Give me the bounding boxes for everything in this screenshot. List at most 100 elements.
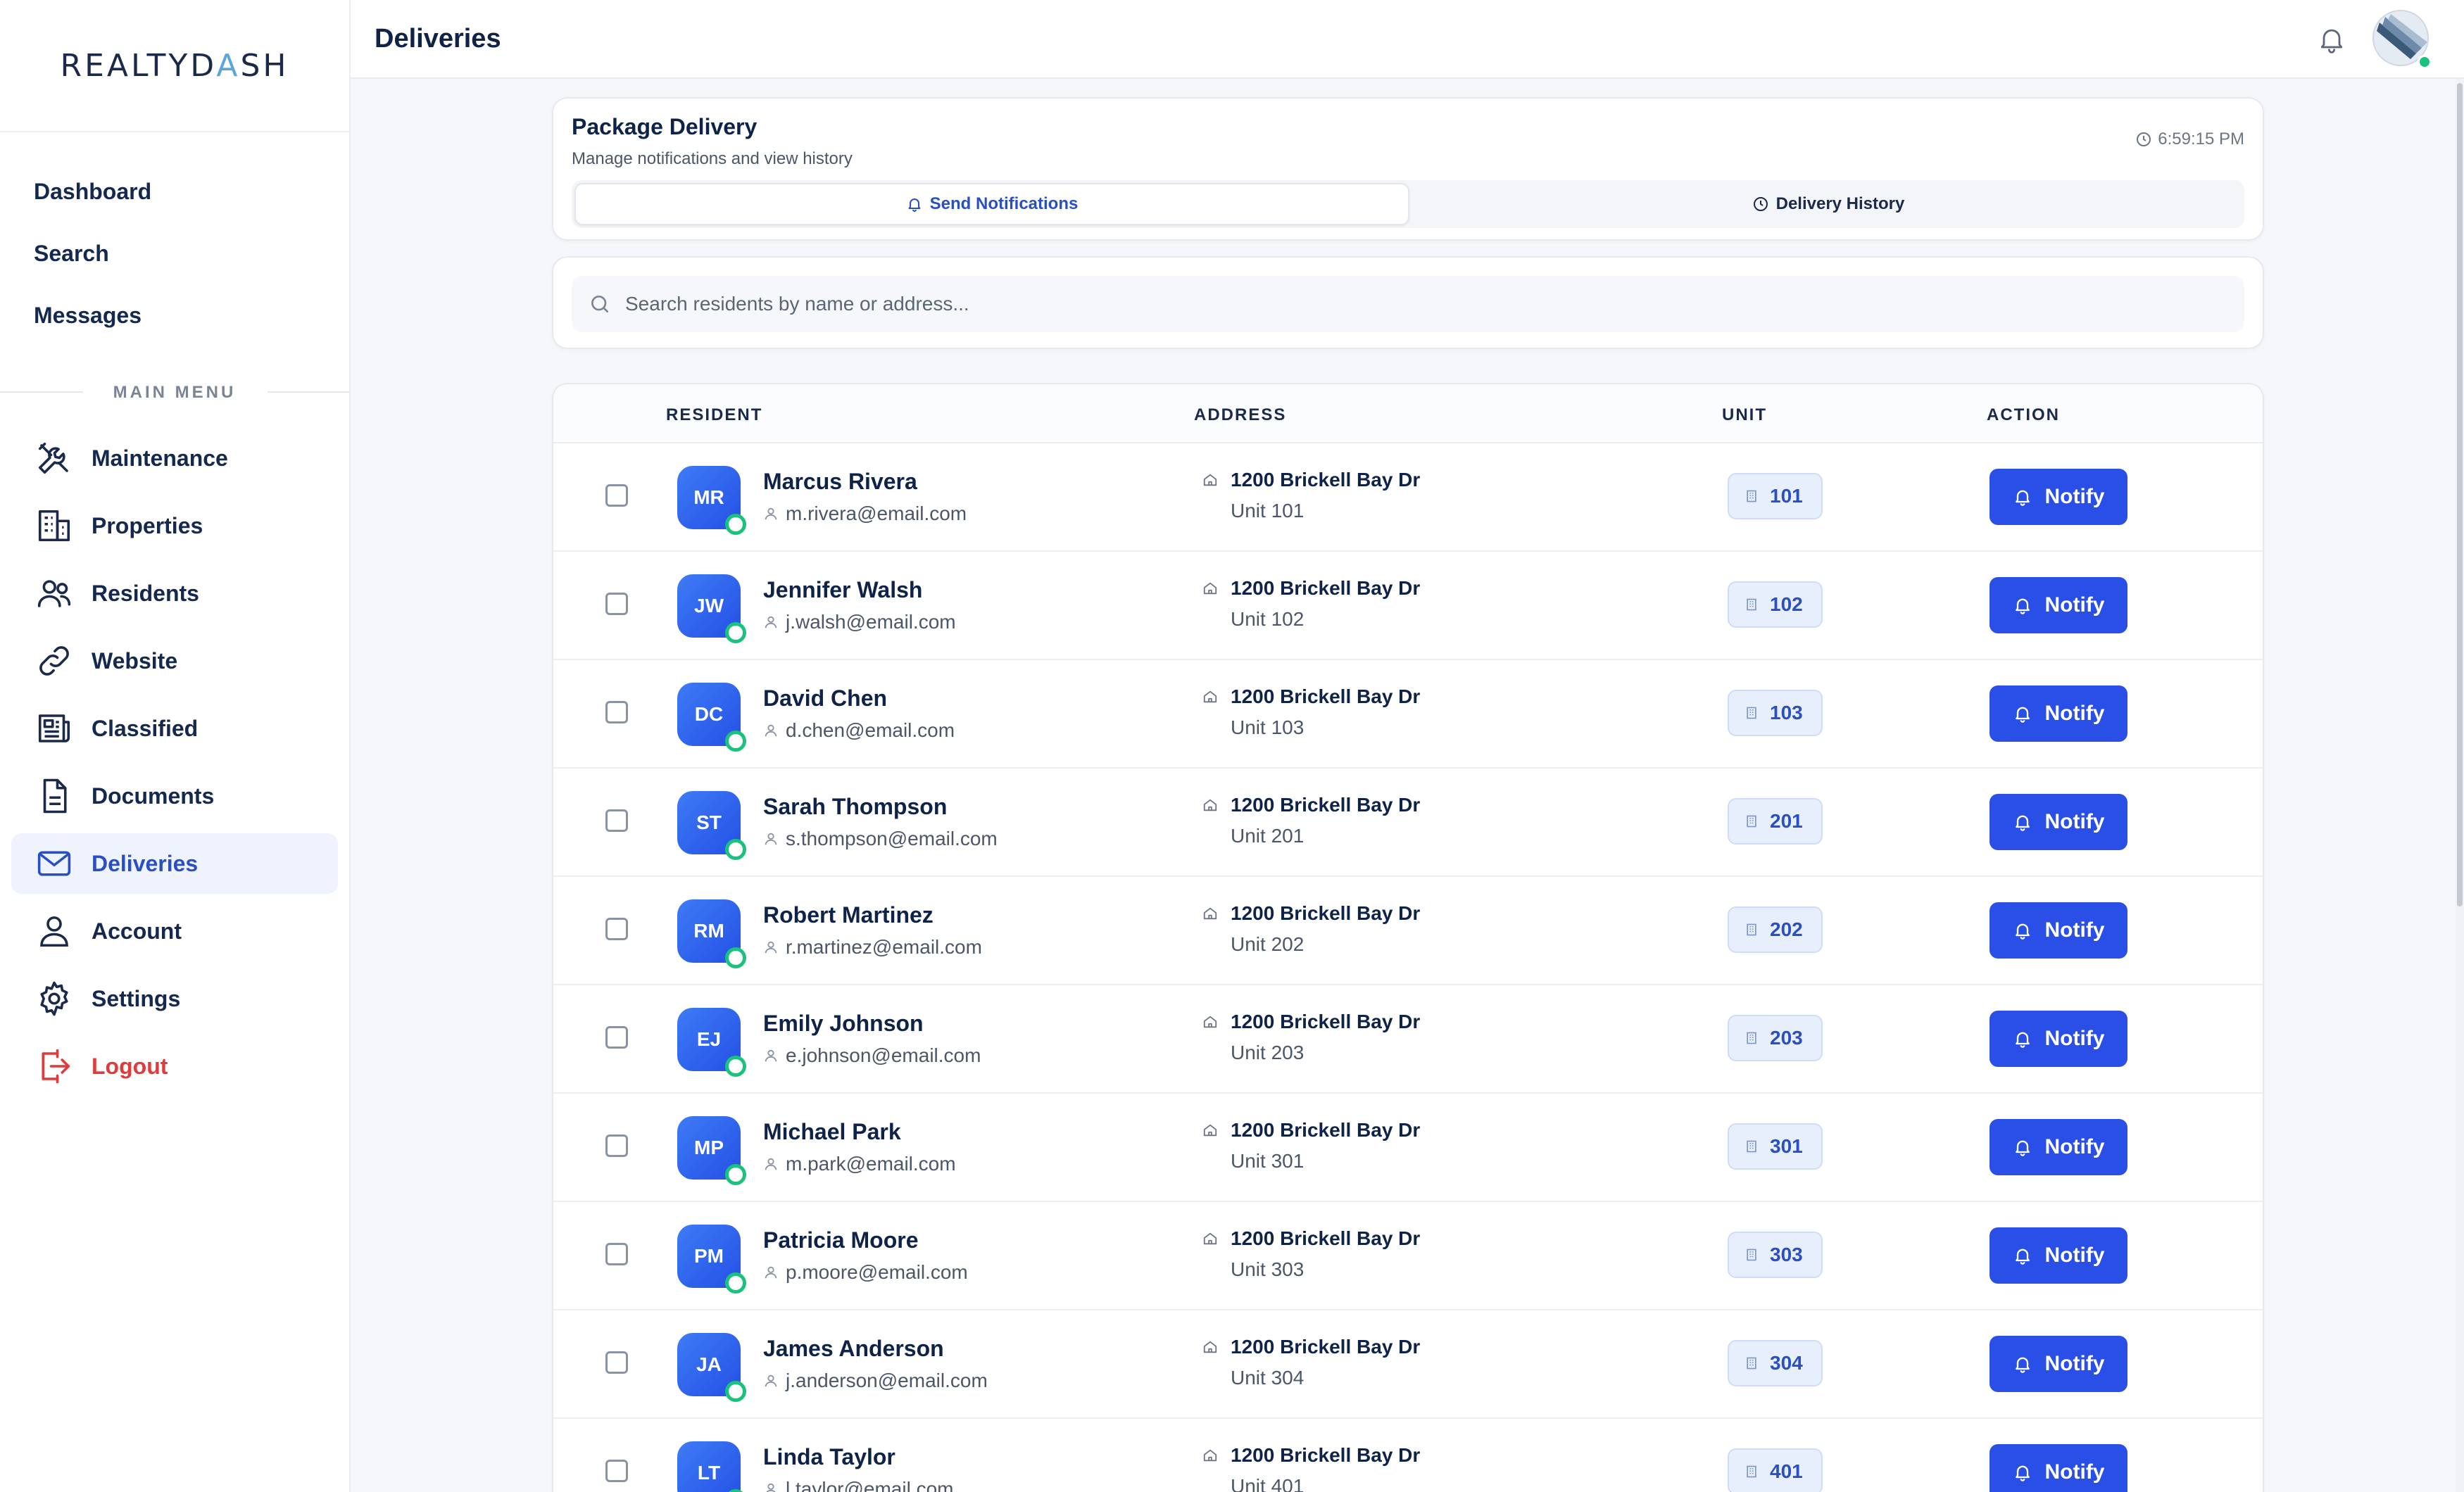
unit-badge: 102 bbox=[1728, 581, 1823, 628]
notify-button[interactable]: Notify bbox=[1990, 1119, 2127, 1175]
row-select-checkbox[interactable] bbox=[605, 1243, 628, 1265]
home-icon bbox=[1203, 1124, 1217, 1137]
resident-street-address: 1200 Brickell Bay Dr bbox=[1202, 1444, 1420, 1467]
table-row: ST Sarah Thompson s.thompson@email.com 1… bbox=[553, 769, 2263, 877]
tab-delivery-history[interactable]: Delivery History bbox=[1412, 180, 2244, 228]
sidebar-item-deliveries[interactable]: Deliveries bbox=[11, 833, 338, 894]
search-box[interactable] bbox=[572, 276, 2244, 332]
main-menu-divider: MAIN MENU bbox=[0, 377, 349, 405]
document-icon bbox=[43, 778, 67, 814]
resident-name[interactable]: David Chen bbox=[763, 685, 887, 712]
row-select-checkbox[interactable] bbox=[605, 1026, 628, 1049]
person-icon bbox=[765, 1374, 777, 1387]
row-select-checkbox[interactable] bbox=[605, 484, 628, 507]
person-icon bbox=[766, 1483, 776, 1492]
logout-icon bbox=[42, 1049, 70, 1084]
current-time: 6:59:15 PM bbox=[2135, 129, 2244, 149]
notify-button[interactable]: Notify bbox=[1990, 1336, 2127, 1392]
sidebar-item-residents[interactable]: Residents bbox=[11, 563, 338, 624]
resident-email: m.park@email.com bbox=[763, 1153, 956, 1175]
table-row: JW Jennifer Walsh j.walsh@email.com 1200… bbox=[553, 552, 2263, 660]
building-small-icon bbox=[1747, 815, 1756, 828]
unit-badge: 304 bbox=[1728, 1340, 1823, 1386]
resident-unit-line: Unit 303 bbox=[1231, 1258, 1305, 1280]
resident-street-address: 1200 Brickell Bay Dr bbox=[1202, 794, 1420, 816]
table-row: MR Marcus Rivera m.rivera@email.com 1200… bbox=[553, 443, 2263, 552]
resident-email: m.rivera@email.com bbox=[763, 502, 967, 525]
resident-street-address: 1200 Brickell Bay Dr bbox=[1202, 1336, 1420, 1358]
bell-icon bbox=[2015, 1248, 2030, 1265]
bell-icon bbox=[908, 198, 921, 212]
nav-dashboard[interactable]: Dashboard bbox=[0, 160, 349, 222]
notify-button[interactable]: Notify bbox=[1990, 1011, 2127, 1067]
resident-unit-line: Unit 304 bbox=[1231, 1367, 1305, 1389]
unit-badge: 202 bbox=[1728, 906, 1823, 953]
row-select-checkbox[interactable] bbox=[605, 593, 628, 615]
building-small-icon bbox=[1747, 1357, 1756, 1370]
resident-unit-line: Unit 202 bbox=[1231, 933, 1305, 955]
resident-name[interactable]: Jennifer Walsh bbox=[763, 577, 922, 603]
person-icon bbox=[765, 1049, 777, 1062]
resident-street-address: 1200 Brickell Bay Dr bbox=[1202, 1227, 1420, 1250]
resident-street-address: 1200 Brickell Bay Dr bbox=[1202, 685, 1420, 708]
resident-unit-line: Unit 401 bbox=[1231, 1475, 1305, 1492]
notify-button[interactable]: Notify bbox=[1990, 1444, 2127, 1492]
scrollbar-thumb[interactable] bbox=[2457, 83, 2463, 906]
nav-messages[interactable]: Messages bbox=[0, 284, 349, 346]
person-icon bbox=[765, 1266, 777, 1279]
person-icon bbox=[765, 1158, 777, 1170]
quick-nav: Dashboard Search Messages bbox=[0, 132, 349, 346]
sidebar-item-properties[interactable]: Properties bbox=[11, 495, 338, 556]
row-select-checkbox[interactable] bbox=[605, 1134, 628, 1157]
sidebar-item-maintenance[interactable]: Maintenance bbox=[11, 428, 338, 488]
brand-logo[interactable]: REALTYDASH bbox=[0, 0, 349, 132]
sidebar-item-documents[interactable]: Documents bbox=[11, 766, 338, 826]
online-status-dot bbox=[725, 514, 746, 535]
notify-button[interactable]: Notify bbox=[1990, 577, 2127, 633]
notify-button[interactable]: Notify bbox=[1990, 794, 2127, 850]
resident-unit-line: Unit 203 bbox=[1231, 1042, 1305, 1063]
resident-name[interactable]: Marcus Rivera bbox=[763, 469, 917, 495]
row-select-checkbox[interactable] bbox=[605, 701, 628, 723]
resident-name[interactable]: Michael Park bbox=[763, 1119, 901, 1145]
tools-icon bbox=[38, 442, 68, 474]
notification-bell-icon[interactable] bbox=[2316, 24, 2347, 55]
person-icon bbox=[765, 507, 777, 520]
bell-icon bbox=[2015, 1140, 2030, 1156]
resident-name[interactable]: Robert Martinez bbox=[763, 902, 934, 928]
building-small-icon bbox=[1747, 1465, 1756, 1478]
sidebar-item-website[interactable]: Website bbox=[11, 631, 338, 691]
notify-button[interactable]: Notify bbox=[1990, 469, 2127, 525]
sidebar-item-classified[interactable]: Classified bbox=[11, 698, 338, 759]
home-icon bbox=[1203, 474, 1217, 486]
nav-search[interactable]: Search bbox=[0, 222, 349, 284]
unit-badge: 303 bbox=[1728, 1232, 1823, 1278]
resident-name[interactable]: Linda Taylor bbox=[763, 1444, 895, 1470]
row-select-checkbox[interactable] bbox=[605, 1460, 628, 1482]
resident-avatar: LT bbox=[677, 1441, 741, 1492]
building-small-icon bbox=[1747, 598, 1756, 611]
notify-button[interactable]: Notify bbox=[1990, 1227, 2127, 1284]
home-icon bbox=[1203, 1449, 1217, 1462]
building-small-icon bbox=[1747, 1032, 1756, 1044]
resident-name[interactable]: James Anderson bbox=[763, 1336, 944, 1362]
search-input[interactable] bbox=[625, 293, 1892, 315]
resident-name[interactable]: Emily Johnson bbox=[763, 1011, 924, 1037]
resident-name[interactable]: Patricia Moore bbox=[763, 1227, 919, 1253]
sidebar-item-settings[interactable]: Settings bbox=[11, 968, 338, 1029]
column-header-address: ADDRESS bbox=[1194, 405, 1287, 424]
notify-button[interactable]: Notify bbox=[1990, 902, 2127, 959]
sidebar-item-account[interactable]: Account bbox=[11, 901, 338, 961]
sidebar-item-logout[interactable]: Logout bbox=[11, 1036, 338, 1096]
person-icon bbox=[765, 833, 777, 845]
row-select-checkbox[interactable] bbox=[605, 918, 628, 940]
person-icon bbox=[765, 724, 777, 737]
residents-table: RESIDENT ADDRESS UNIT ACTION MR Marcus R… bbox=[552, 383, 2264, 1492]
table-row: PM Patricia Moore p.moore@email.com 1200… bbox=[553, 1202, 2263, 1310]
resident-name[interactable]: Sarah Thompson bbox=[763, 794, 947, 820]
notify-button[interactable]: Notify bbox=[1990, 685, 2127, 742]
row-select-checkbox[interactable] bbox=[605, 809, 628, 832]
tab-send-notifications[interactable]: Send Notifications bbox=[574, 183, 1409, 225]
row-select-checkbox[interactable] bbox=[605, 1351, 628, 1374]
online-status-dot bbox=[725, 1381, 746, 1402]
